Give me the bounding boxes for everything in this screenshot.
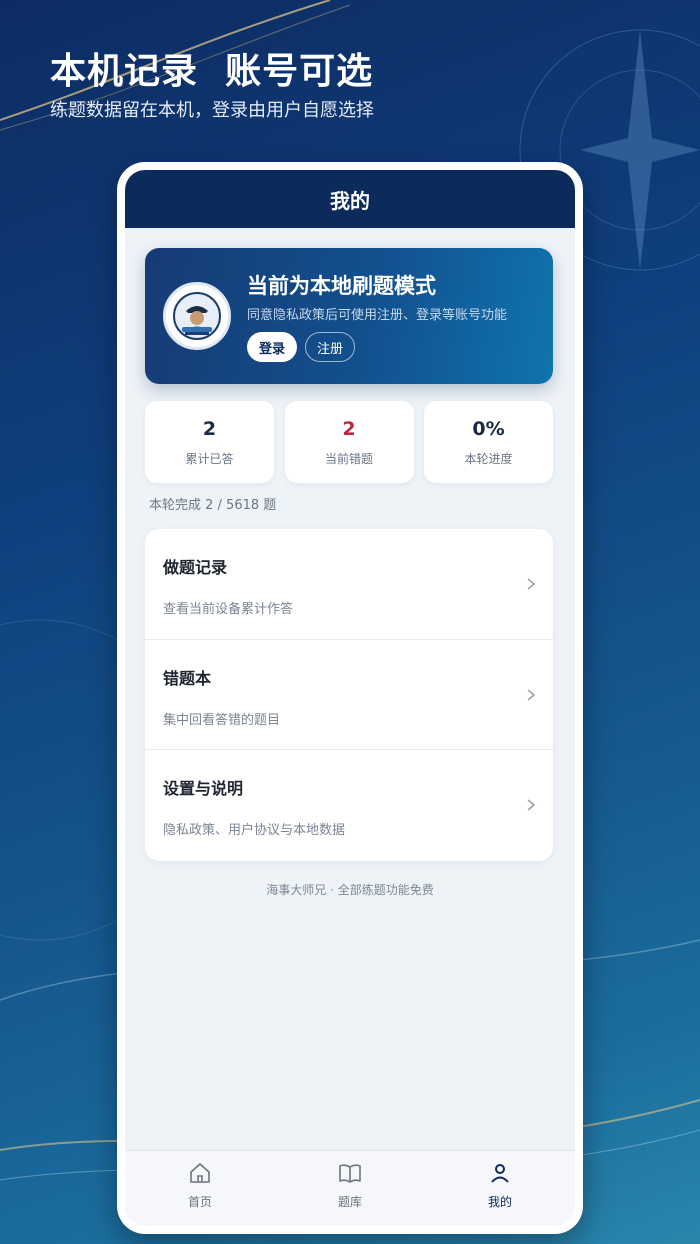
login-button[interactable]: 登录 bbox=[247, 332, 297, 362]
round-progress-text: 本轮完成 2 / 5618 题 bbox=[149, 498, 277, 513]
tab-label: 我的 bbox=[487, 1195, 512, 1209]
stat-label: 本轮进度 bbox=[464, 451, 513, 466]
tab-label: 首页 bbox=[187, 1195, 212, 1209]
stat-answered: 2 累计已答 bbox=[145, 401, 274, 483]
register-button[interactable]: 注册 bbox=[305, 332, 355, 362]
menu-item-settings[interactable]: 设置与说明 隐私政策、用户协议与本地数据 bbox=[145, 750, 553, 861]
app-screen: 我的 当前为本地刷题模式 同意隐私政策后可使用注册、登录等账号功能 登录 注册 … bbox=[125, 170, 575, 1226]
promo-subtitle: 练题数据留在本机，登录由用户自愿选择 bbox=[50, 100, 374, 121]
stat-label: 累计已答 bbox=[185, 451, 234, 466]
stat-value: 2 bbox=[342, 417, 356, 440]
tab-mine[interactable]: 我的 bbox=[425, 1151, 575, 1226]
promo-title: 本机记录 账号可选 bbox=[50, 51, 374, 92]
profile-description: 同意隐私政策后可使用注册、登录等账号功能 bbox=[247, 308, 508, 323]
menu-item-records[interactable]: 做题记录 查看当前设备累计作答 bbox=[145, 529, 553, 640]
book-icon bbox=[339, 1164, 361, 1183]
menu-item-wrong-book[interactable]: 错题本 集中回看答错的题目 bbox=[145, 640, 553, 751]
stat-progress: 0% 本轮进度 bbox=[424, 401, 553, 483]
tab-label: 题库 bbox=[337, 1195, 362, 1209]
stat-value: 0% bbox=[472, 417, 505, 440]
chevron-right-icon bbox=[527, 799, 536, 811]
tab-question-bank[interactable]: 题库 bbox=[275, 1151, 425, 1226]
home-icon bbox=[190, 1163, 210, 1183]
menu-list: 做题记录 查看当前设备累计作答 错题本 集中回看答错的题目 设置与说明 隐私政策… bbox=[145, 529, 553, 861]
stats-row: 2 累计已答 2 当前错题 0% 本轮进度 bbox=[145, 401, 553, 483]
menu-item-description: 查看当前设备累计作答 bbox=[163, 602, 294, 617]
stat-label: 当前错题 bbox=[324, 451, 373, 466]
phone-frame: 我的 当前为本地刷题模式 同意隐私政策后可使用注册、登录等账号功能 登录 注册 … bbox=[117, 162, 583, 1234]
menu-item-title: 错题本 bbox=[163, 668, 212, 688]
chevron-right-icon bbox=[527, 578, 536, 590]
footer-text: 海事大师兄 · 全部练题功能免费 bbox=[266, 883, 434, 897]
profile-title: 当前为本地刷题模式 bbox=[247, 274, 436, 298]
menu-item-title: 做题记录 bbox=[163, 558, 228, 577]
nav-bar: 我的 bbox=[125, 170, 575, 228]
chevron-right-icon bbox=[527, 688, 536, 701]
page-title: 我的 bbox=[330, 188, 370, 213]
tab-home[interactable]: 首页 bbox=[125, 1151, 275, 1226]
menu-item-description: 集中回看答错的题目 bbox=[163, 712, 281, 728]
person-icon bbox=[491, 1164, 509, 1183]
stat-wrong: 2 当前错题 bbox=[284, 401, 414, 483]
avatar bbox=[163, 282, 231, 350]
stat-value: 2 bbox=[202, 417, 217, 440]
tab-bar: 首页 题库 我的 bbox=[125, 1150, 575, 1226]
menu-item-description: 隐私政策、用户协议与本地数据 bbox=[163, 823, 346, 839]
profile-card: 当前为本地刷题模式 同意隐私政策后可使用注册、登录等账号功能 登录 注册 bbox=[145, 248, 553, 384]
menu-item-title: 设置与说明 bbox=[163, 779, 244, 799]
captain-logo-icon bbox=[173, 292, 221, 340]
